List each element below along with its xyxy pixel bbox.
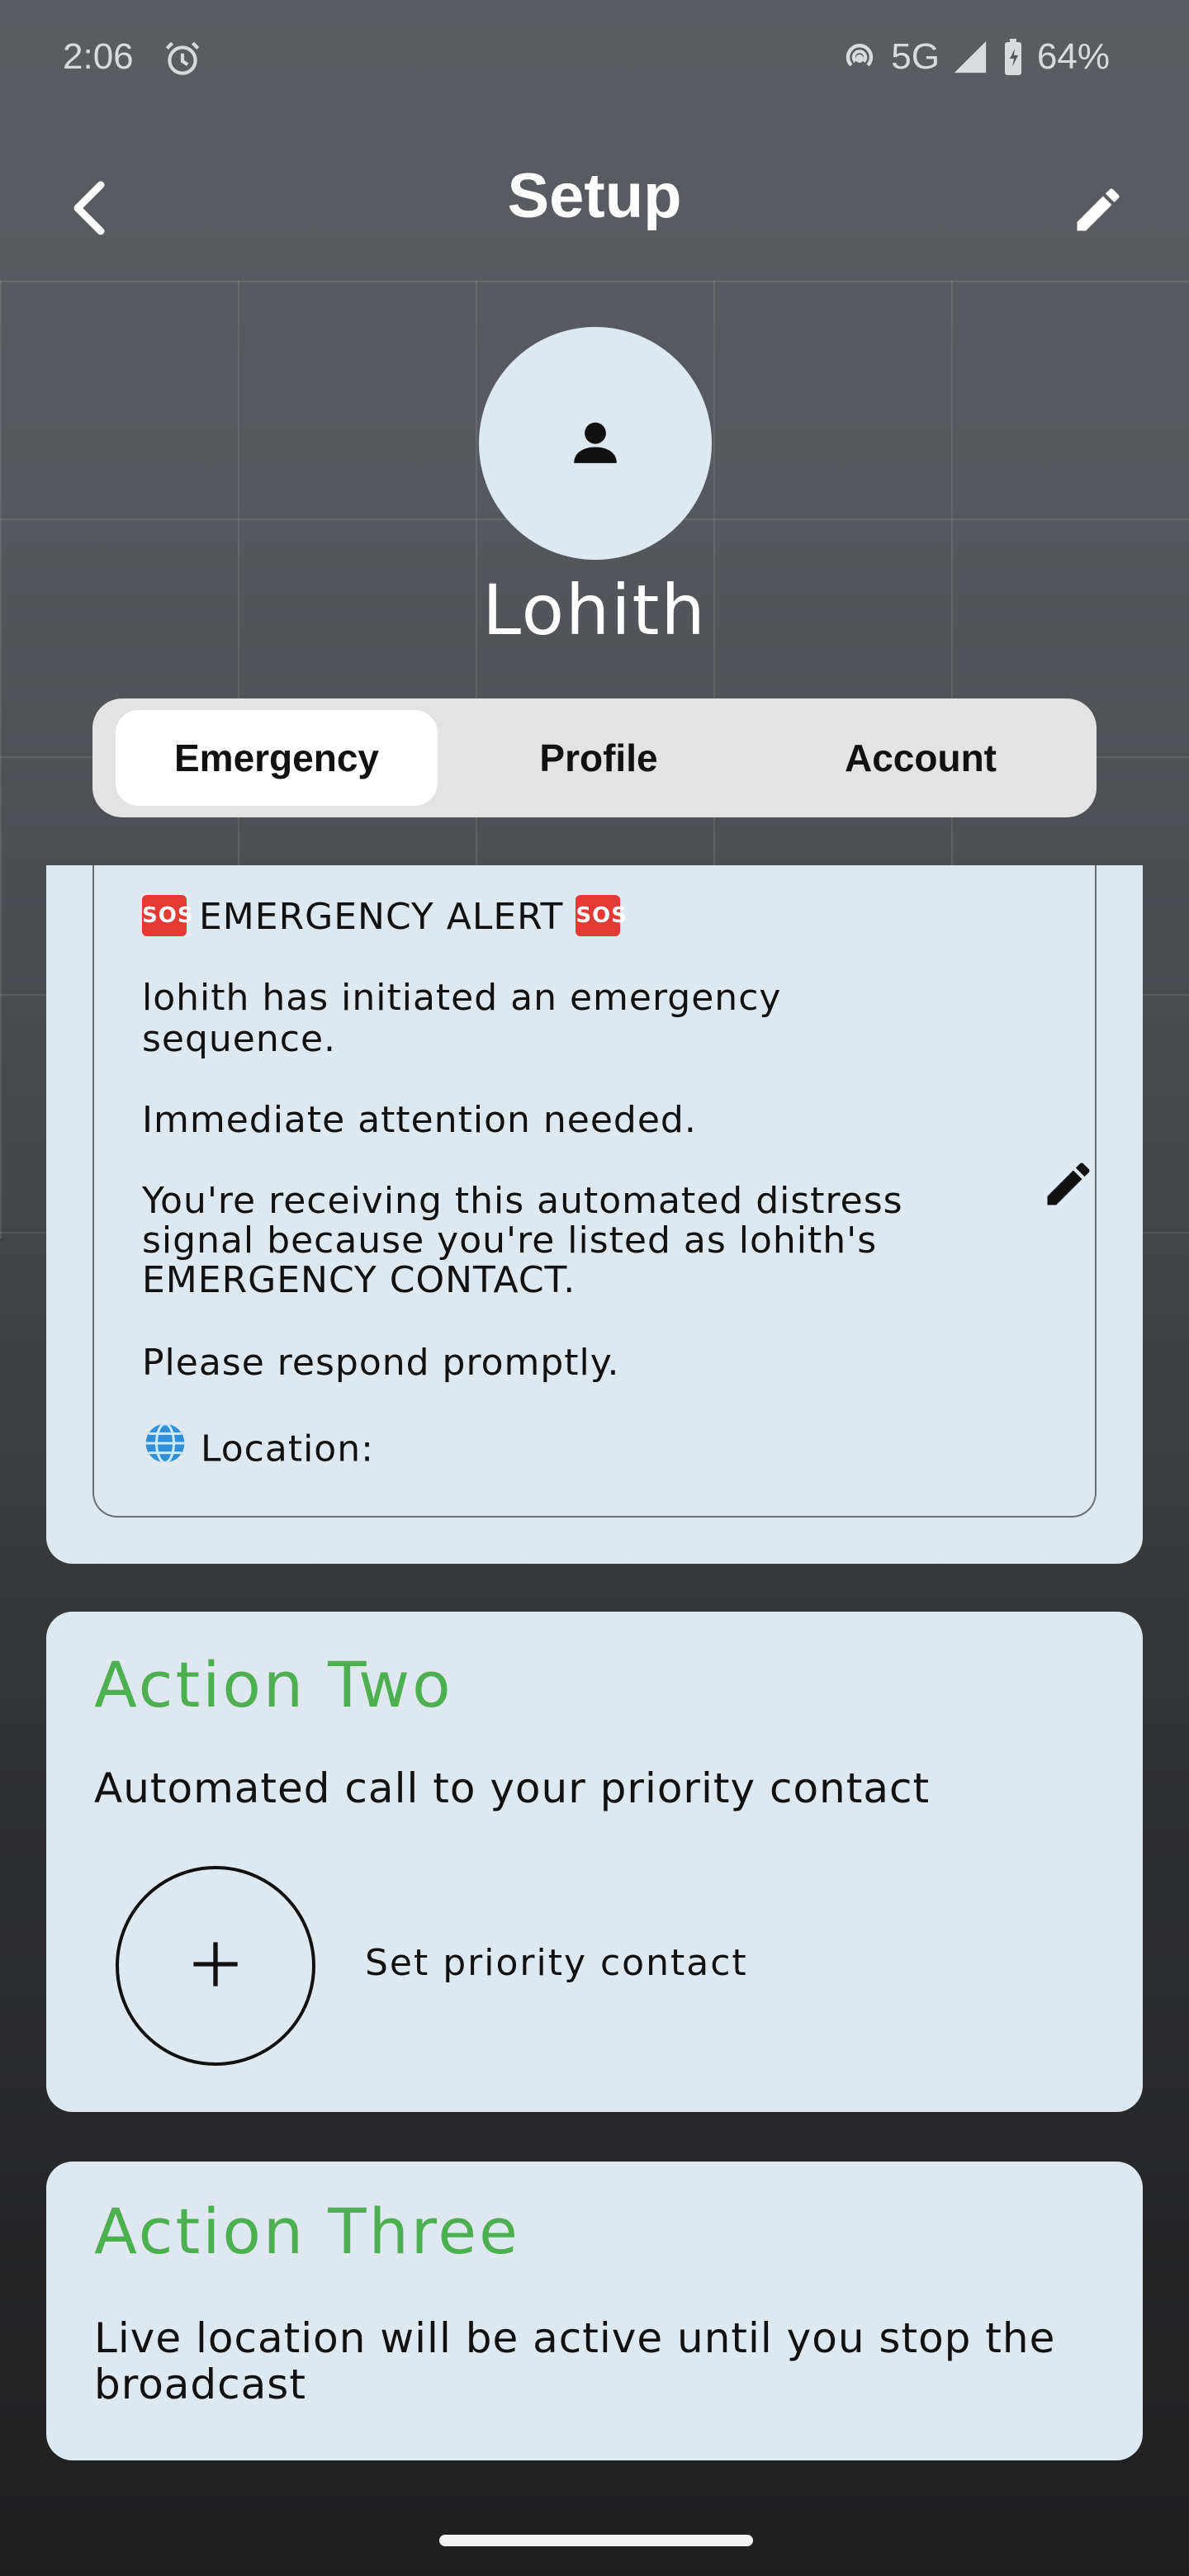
sos-icon: SOS — [142, 895, 193, 936]
emergency-message-box: SOS EMERGENCY ALERT SOS lohith has initi… — [92, 865, 1097, 1518]
pencil-icon — [1040, 1156, 1097, 1215]
profile-name: Lohith — [482, 570, 707, 651]
message-heading: SOS EMERGENCY ALERT SOS — [142, 895, 627, 938]
pencil-icon — [1070, 182, 1126, 241]
plus-icon — [189, 1938, 242, 1994]
heading-text: EMERGENCY ALERT — [199, 896, 564, 938]
action-one-card: SOS EMERGENCY ALERT SOS lohith has initi… — [46, 865, 1143, 1564]
action-three-card: Action Three Live location will be activ… — [46, 2162, 1143, 2460]
location-line: Location: — [142, 1423, 374, 1475]
set-priority-contact-label[interactable]: Set priority contact — [365, 1942, 748, 1984]
tab-emergency[interactable]: Emergency — [116, 710, 438, 806]
home-indicator[interactable] — [439, 2535, 753, 2546]
sos-icon: SOS — [576, 895, 627, 936]
page-title: Setup — [507, 161, 682, 231]
action-two-title: Action Two — [94, 1648, 453, 1721]
location-label: Location: — [201, 1428, 374, 1470]
message-line: lohith has initiated an emergency — [142, 977, 782, 1019]
message-line: Immediate attention needed. — [142, 1099, 697, 1141]
edit-button[interactable] — [1057, 170, 1139, 253]
network-label: 5G — [891, 36, 940, 77]
status-bar: 2:06 5G 64% — [0, 0, 1189, 124]
message-line: signal because you're listed as lohith's — [142, 1219, 878, 1262]
action-three-title: Action Three — [94, 2195, 520, 2268]
message-line: Please respond promptly. — [142, 1342, 620, 1384]
signal-icon — [951, 38, 989, 76]
tab-profile[interactable]: Profile — [438, 710, 760, 806]
add-priority-contact-button[interactable] — [116, 1866, 315, 2066]
edit-message-button[interactable] — [1029, 1146, 1108, 1225]
tab-account[interactable]: Account — [760, 710, 1082, 806]
action-two-description: Automated call to your priority contact — [94, 1764, 931, 1812]
status-time: 2:06 — [63, 36, 134, 77]
message-line: You're receiving this automated distress — [142, 1180, 903, 1222]
message-line: sequence. — [142, 1018, 337, 1060]
action-three-description-line: Live location will be active until you s… — [94, 2314, 1056, 2362]
avatar[interactable] — [479, 327, 712, 560]
action-two-card: Action Two Automated call to your priori… — [46, 1612, 1143, 2112]
action-three-description-line: broadcast — [94, 2361, 306, 2408]
segmented-tabs: Emergency Profile Account — [92, 698, 1097, 817]
message-line: EMERGENCY CONTACT. — [142, 1259, 576, 1301]
hotspot-icon — [840, 37, 879, 77]
person-icon — [570, 416, 621, 471]
app-header: Setup — [0, 140, 1189, 281]
battery-percent: 64% — [1036, 36, 1110, 77]
globe-icon — [142, 1420, 188, 1475]
alarm-icon — [162, 38, 203, 79]
battery-icon — [1001, 37, 1026, 77]
